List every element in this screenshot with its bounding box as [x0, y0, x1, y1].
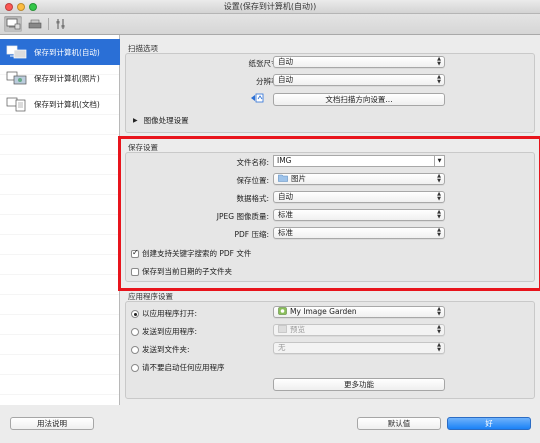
preview-app-icon	[278, 325, 287, 333]
document-orientation-button[interactable]: 文档扫描方向设置...	[273, 93, 445, 106]
radio-unselected-icon	[131, 345, 139, 354]
main-panel: 扫描选项 纸张尺寸: 自动 ▲ ▼ 分辨率: 自动 ▲ ▼ 文档扫描方向设置... …	[118, 35, 540, 405]
updown-arrows-icon: ▲ ▼	[437, 306, 441, 317]
sidebar-item-label: 保存到计算机(文档)	[34, 99, 100, 109]
send-to-app-value: 预览	[290, 325, 305, 334]
window-title: 设置(保存到计算机(自动))	[223, 2, 317, 11]
scan-computer-icon	[6, 18, 21, 30]
image-processing-disclosure[interactable]: ▶ 图像处理设置	[133, 115, 189, 126]
send-to-folder-radio[interactable]: 发送到文件夹:	[131, 344, 190, 355]
updown-arrows-icon: ▲ ▼	[437, 74, 441, 85]
sidebar-item-label: 保存到计算机(自动)	[34, 47, 100, 57]
open-with-app-label: 以应用程序打开:	[142, 309, 198, 318]
title-bar: 设置(保存到计算机(自动))	[0, 0, 540, 14]
ok-button[interactable]: 好	[447, 417, 531, 430]
paper-size-value: 自动	[278, 57, 293, 66]
send-to-folder-select[interactable]: 无 ▲ ▼	[273, 342, 445, 354]
more-functions-button[interactable]: 更多功能	[273, 378, 445, 391]
updown-arrows-icon: ▲ ▼	[437, 56, 441, 67]
radio-unselected-icon	[131, 327, 139, 336]
settings-sliders-icon	[56, 19, 65, 29]
highlight-frame	[118, 136, 540, 291]
updown-arrows-icon: ▲ ▼	[437, 324, 441, 335]
sidebar-item-scan-photo[interactable]: 保存到计算机(照片)	[0, 65, 120, 91]
resolution-value: 自动	[278, 75, 293, 84]
sidebar: 保存到计算机(自动) 保存到计算机(照片) 保存到计算机(文档)	[0, 35, 120, 405]
no-app-radio[interactable]: 请不要启动任何应用程序	[131, 362, 225, 373]
scan-to-pc-photo-icon	[6, 70, 28, 86]
scan-from-panel-tab[interactable]	[26, 16, 44, 32]
resolution-select[interactable]: 自动 ▲ ▼	[273, 74, 445, 86]
image-processing-label: 图像处理设置	[143, 116, 189, 125]
minimize-window-button[interactable]	[17, 3, 25, 11]
send-to-folder-value: 无	[278, 343, 286, 352]
scanner-icon	[28, 19, 42, 29]
toolbar-separator	[48, 18, 49, 30]
open-with-app-value: My Image Garden	[290, 307, 357, 316]
sidebar-item-label: 保存到计算机(照片)	[34, 73, 100, 83]
updown-arrows-icon: ▲ ▼	[437, 342, 441, 353]
radio-unselected-icon	[131, 363, 139, 372]
toolbar	[0, 14, 540, 35]
resolution-label: 分辨率:	[255, 77, 281, 86]
sidebar-item-scan-document[interactable]: 保存到计算机(文档)	[0, 91, 120, 117]
send-to-folder-label: 发送到文件夹:	[142, 345, 190, 354]
paper-size-select[interactable]: 自动 ▲ ▼	[273, 56, 445, 68]
open-with-app-radio[interactable]: 以应用程序打开:	[131, 308, 197, 319]
scan-to-pc-auto-icon	[6, 44, 28, 60]
footer-bar: 用法说明 默认值 好	[0, 405, 540, 443]
general-settings-tab[interactable]	[52, 16, 70, 32]
scan-from-computer-tab[interactable]	[4, 16, 22, 32]
send-to-app-radio[interactable]: 发送到应用程序:	[131, 326, 197, 337]
open-with-app-select[interactable]: My Image Garden ▲ ▼	[273, 306, 445, 318]
sidebar-item-scan-auto[interactable]: 保存到计算机(自动)	[0, 39, 120, 65]
close-window-button[interactable]	[5, 3, 13, 11]
radio-selected-icon	[131, 309, 139, 318]
help-button[interactable]: 用法说明	[10, 417, 94, 430]
disclosure-triangle-icon: ▶	[133, 117, 138, 124]
document-orientation-icon	[251, 93, 264, 103]
zoom-window-button[interactable]	[29, 3, 37, 11]
send-to-app-select[interactable]: 预览 ▲ ▼	[273, 324, 445, 336]
defaults-button[interactable]: 默认值	[357, 417, 441, 430]
my-image-garden-icon	[278, 307, 287, 315]
no-app-label: 请不要启动任何应用程序	[142, 363, 225, 372]
send-to-app-label: 发送到应用程序:	[142, 327, 198, 336]
scan-to-pc-document-icon	[6, 96, 28, 112]
paper-size-label: 纸张尺寸:	[248, 59, 281, 68]
